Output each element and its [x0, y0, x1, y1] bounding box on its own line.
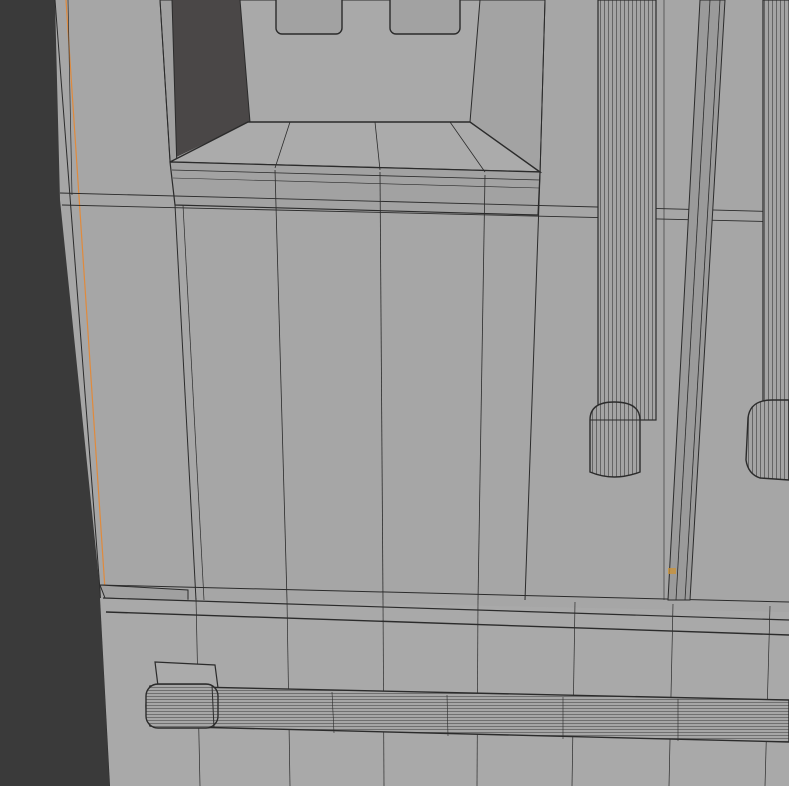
3d-viewport[interactable] [0, 0, 789, 786]
left-door-handle [589, 0, 657, 478]
dispenser-lever-right [389, 0, 461, 35]
selection-marker [668, 568, 676, 574]
dispenser-lever-left [275, 0, 343, 35]
wireframe-render [0, 0, 789, 786]
